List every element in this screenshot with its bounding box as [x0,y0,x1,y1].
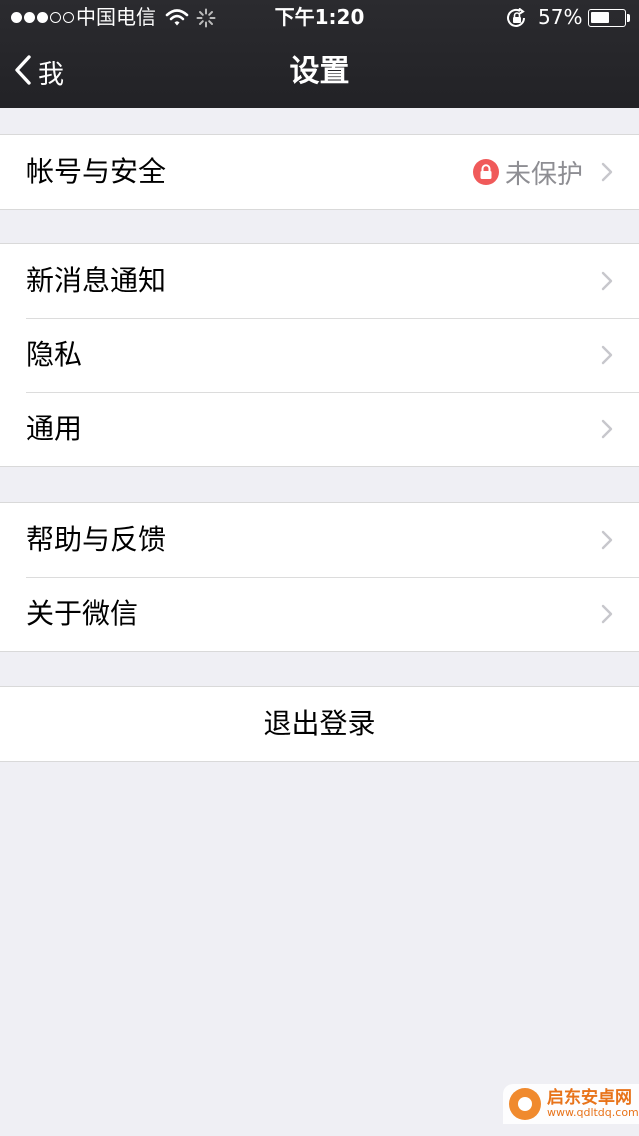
chevron-right-icon [601,604,613,628]
settings-row-account-security[interactable]: 帐号与安全 未保护 [0,135,639,209]
logout-button[interactable]: 退出登录 [0,687,639,761]
chevron-right-icon [601,345,613,369]
row-label: 关于微信 [26,597,139,630]
account-protection-status: 未保护 [472,135,583,209]
settings-row-new-message-notifications[interactable]: 新消息通知 [0,244,639,318]
logout-label: 退出登录 [263,707,376,740]
row-label: 帮助与反馈 [26,523,167,556]
lock-icon [472,159,499,185]
row-label: 隐私 [26,338,83,371]
settings-group-help: 帮助与反馈 关于微信 [0,502,639,652]
settings-row-about-wechat[interactable]: 关于微信 [0,577,639,651]
page-title: 设置 [289,54,350,89]
row-label: 帐号与安全 [26,155,167,188]
battery-level-fill [591,12,609,23]
chevron-right-icon [601,419,613,443]
watermark-url: www.qdltdq.com [547,1106,639,1120]
settings-row-general[interactable]: 通用 [0,392,639,466]
settings-row-privacy[interactable]: 隐私 [0,318,639,392]
site-watermark: 启东安卓网 www.qdltdq.com [503,1084,639,1124]
settings-group-account: 帐号与安全 未保护 [0,134,639,210]
battery-cap [627,14,630,22]
back-button[interactable]: 我 [14,52,64,92]
row-label: 新消息通知 [26,264,167,297]
top-bar: 中国电信 下午1:20 57% 我 设置 [0,0,639,108]
settings-group-general: 新消息通知 隐私 通用 [0,243,639,467]
settings-row-help-feedback[interactable]: 帮助与反馈 [0,503,639,577]
status-bar: 中国电信 下午1:20 57% [0,0,639,36]
chevron-right-icon [601,162,613,186]
row-label: 通用 [26,412,83,445]
rotation-lock-icon [506,7,528,33]
watermark-text: 启东安卓网 www.qdltdq.com [547,1087,639,1120]
navigation-bar: 我 设置 [0,36,639,108]
status-detail-text: 未保护 [504,159,583,190]
chevron-right-icon [601,530,613,554]
watermark-title: 启东安卓网 [547,1087,632,1108]
logout-group: 退出登录 [0,686,639,762]
back-button-label: 我 [38,59,65,90]
battery-percentage: 57% [538,5,583,29]
watermark-logo-icon [509,1088,541,1120]
chevron-left-icon [14,55,32,89]
battery-icon [588,9,626,27]
chevron-right-icon [601,271,613,295]
